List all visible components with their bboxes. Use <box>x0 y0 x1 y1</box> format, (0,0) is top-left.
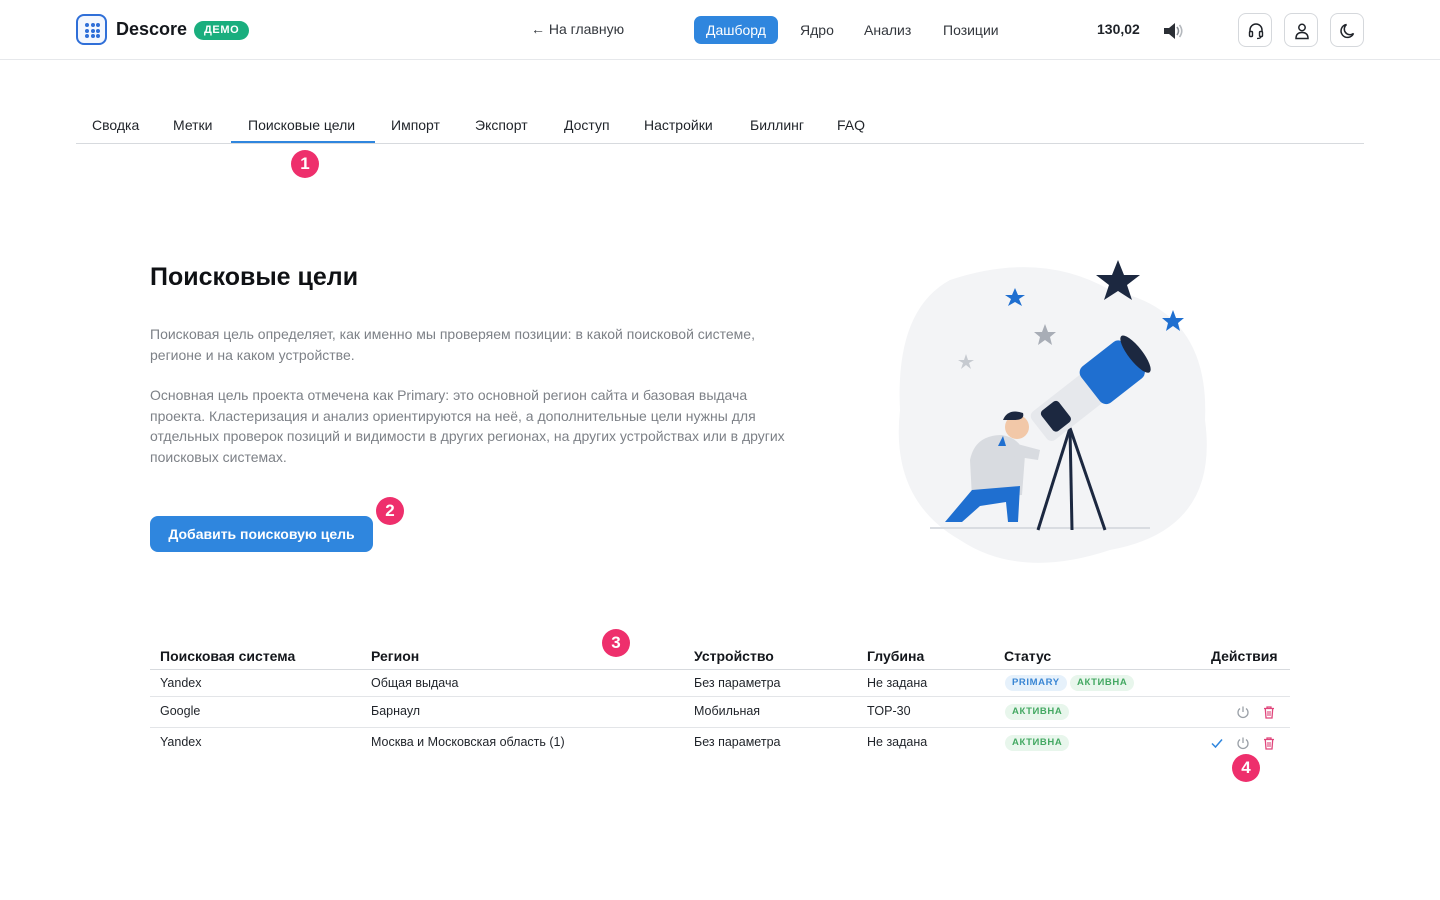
power-icon[interactable] <box>1236 736 1250 750</box>
column-header-engine: Поисковая система <box>160 648 296 664</box>
tab-tags[interactable]: Метки <box>173 117 213 133</box>
tab-billing[interactable]: Биллинг <box>750 117 804 133</box>
primary-badge: PRIMARY <box>1005 675 1067 691</box>
annotation-marker-3: 3 <box>602 629 630 657</box>
page-title: Поисковые цели <box>150 263 359 291</box>
tab-settings[interactable]: Настройки <box>644 117 713 133</box>
demo-badge: ДЕМО <box>194 21 250 40</box>
cell-device: Мобильная <box>694 704 761 718</box>
cell-region: Общая выдача <box>371 676 459 690</box>
table-row: Yandex Общая выдача Без параметра Не зад… <box>150 670 1290 697</box>
status-badge: АКТИВНА <box>1070 675 1135 691</box>
annotation-marker-2: 2 <box>376 497 404 525</box>
cell-region: Барнаул <box>371 704 421 718</box>
table-row: Google Барнаул Мобильная TOP-30 АКТИВНА <box>150 697 1290 728</box>
telescope-illustration <box>898 260 1207 563</box>
cell-device: Без параметра <box>694 735 781 749</box>
annotation-marker-1: 1 <box>291 150 319 178</box>
cell-depth: Не задана <box>867 676 928 690</box>
tab-access[interactable]: Доступ <box>564 117 610 133</box>
home-link[interactable]: ← На главную <box>531 21 624 37</box>
active-tab-indicator <box>231 141 375 143</box>
headset-icon <box>1248 23 1264 40</box>
tab-export[interactable]: Экспорт <box>475 117 528 133</box>
trash-icon[interactable] <box>1262 736 1276 750</box>
grid-logo-icon[interactable] <box>76 14 107 45</box>
moon-icon <box>1340 23 1355 39</box>
nav-positions[interactable]: Позиции <box>943 22 999 38</box>
power-icon[interactable] <box>1236 705 1250 719</box>
balance-value[interactable]: 130,02 <box>1097 21 1140 37</box>
brand-name[interactable]: Descore <box>116 19 187 40</box>
cell-depth: Не задана <box>867 735 928 749</box>
column-header-actions: Действия <box>1211 648 1278 664</box>
column-header-region: Регион <box>371 648 420 664</box>
column-header-depth: Глубина <box>867 648 925 664</box>
add-search-target-button[interactable]: Добавить поисковую цель <box>150 516 373 552</box>
tab-import[interactable]: Импорт <box>391 117 440 133</box>
tab-faq[interactable]: FAQ <box>837 117 865 133</box>
trash-icon[interactable] <box>1262 705 1276 719</box>
annotation-marker-4: 4 <box>1232 754 1260 782</box>
status-badge: АКТИВНА <box>1005 704 1070 720</box>
status-badge: АКТИВНА <box>1005 735 1070 751</box>
cell-engine: Google <box>160 704 201 718</box>
nav-dashboard[interactable]: Дашборд <box>694 16 778 44</box>
tab-search-targets[interactable]: Поисковые цели <box>248 117 355 133</box>
cell-engine: Yandex <box>160 735 202 749</box>
support-button[interactable] <box>1238 13 1272 47</box>
table-row: Yandex Москва и Московская область (1) Б… <box>150 728 1290 758</box>
intro-paragraph-1: Поисковая цель определяет, как именно мы… <box>150 326 755 363</box>
cell-engine: Yandex <box>160 676 202 690</box>
user-icon <box>1295 23 1309 40</box>
profile-button[interactable] <box>1284 13 1318 47</box>
nav-core[interactable]: Ядро <box>800 22 834 38</box>
cell-region: Москва и Московская область (1) <box>371 735 565 749</box>
top-header: Descore ДЕМО ← На главную Дашборд Ядро А… <box>0 0 1440 60</box>
cell-device: Без параметра <box>694 676 781 690</box>
cell-depth: TOP-30 <box>867 704 911 718</box>
tab-summary[interactable]: Сводка <box>92 117 139 133</box>
check-icon[interactable] <box>1210 736 1224 750</box>
column-header-status: Статус <box>1004 648 1052 664</box>
nav-analysis[interactable]: Анализ <box>864 22 911 38</box>
column-header-device: Устройство <box>694 648 774 664</box>
intro-paragraph-2: Основная цель проекта отмечена как Prima… <box>150 387 785 465</box>
speaker-icon[interactable] <box>1160 18 1186 44</box>
theme-toggle-button[interactable] <box>1330 13 1364 47</box>
section-tabs: Сводка Метки Поисковые цели Импорт Экспо… <box>76 104 1364 144</box>
